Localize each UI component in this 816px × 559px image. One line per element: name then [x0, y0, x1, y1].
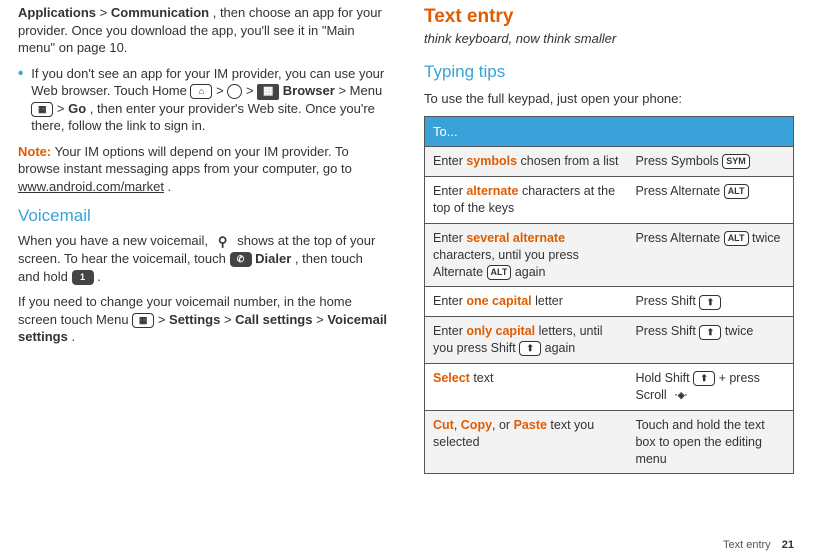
result-cell: Press Shift ⬆ twice: [627, 317, 793, 364]
label-settings: Settings: [169, 312, 220, 327]
dialer-app-icon: ✆: [230, 252, 252, 267]
action-cell: Enter symbols chosen from a list: [425, 147, 628, 177]
table-row: Enter alternate characters at the top of…: [425, 177, 794, 224]
bullet-dot-icon: •: [18, 65, 23, 135]
action-cell: Enter several alternate characters, unti…: [425, 223, 628, 287]
action-cell: Enter one capital letter: [425, 287, 628, 317]
footer-section: Text entry: [723, 539, 771, 551]
label-applications: Applications: [18, 5, 96, 20]
voicemail-heading: Voicemail: [18, 205, 388, 228]
android-market-link[interactable]: www.android.com/market: [18, 179, 164, 194]
note-paragraph: Note: Your IM options will depend on you…: [18, 143, 388, 196]
page-footer: Text entry 21: [723, 538, 794, 553]
table-row: Enter only capital letters, until you pr…: [425, 317, 794, 364]
typing-tips-heading: Typing tips: [424, 61, 794, 84]
result-cell: Touch and hold the text box to open the …: [627, 410, 793, 474]
result-cell: Press Symbols SYM: [627, 147, 793, 177]
table-row: Enter one capital letterPress Shift ⬆: [425, 287, 794, 317]
note-label: Note:: [18, 144, 51, 159]
browser-app-icon: ▦: [257, 84, 279, 100]
table-row: Enter several alternate characters, unti…: [425, 223, 794, 287]
tagline: think keyboard, now think smaller: [424, 30, 794, 48]
typing-tips-table: To... Enter symbols chosen from a listPr…: [424, 116, 794, 475]
menu-icon: ▦: [31, 102, 53, 117]
table-row: Cut, Copy, or Paste text you selectedTou…: [425, 410, 794, 474]
voicemail-p1: When you have a new voicemail, ⚲ shows a…: [18, 232, 388, 285]
voicemail-p2: If you need to change your voicemail num…: [18, 293, 388, 346]
label-communication: Communication: [111, 5, 209, 20]
left-column: Applications > Communication , then choo…: [18, 4, 388, 530]
table-header-to: To...: [425, 116, 794, 147]
action-cell: Cut, Copy, or Paste text you selected: [425, 410, 628, 474]
label-browser: Browser: [283, 83, 335, 98]
result-cell: Press Alternate ALT: [627, 177, 793, 224]
label-dialer: Dialer: [255, 251, 291, 266]
bullet-browser: • If you don't see an app for your IM pr…: [18, 65, 388, 135]
fragment-apps-comm: Applications > Communication , then choo…: [18, 4, 388, 57]
label-call-settings: Call settings: [235, 312, 312, 327]
footer-page-number: 21: [782, 539, 794, 551]
result-cell: Press Shift ⬆: [627, 287, 793, 317]
action-cell: Enter only capital letters, until you pr…: [425, 317, 628, 364]
typing-tips-intro: To use the full keypad, just open your p…: [424, 90, 794, 108]
action-cell: Enter alternate characters at the top of…: [425, 177, 628, 224]
menu-icon: ▦: [132, 313, 154, 328]
label-go: Go: [68, 101, 86, 116]
table-row: Select textHold Shift ⬆ + press Scroll ·…: [425, 364, 794, 411]
action-cell: Select text: [425, 364, 628, 411]
result-cell: Hold Shift ⬆ + press Scroll ·◈·: [627, 364, 793, 411]
text-entry-heading: Text entry: [424, 4, 794, 30]
result-cell: Press Alternate ALT twice: [627, 223, 793, 287]
table-row: Enter symbols chosen from a listPress Sy…: [425, 147, 794, 177]
right-column: Text entry think keyboard, now think sma…: [424, 4, 794, 530]
key-1-icon: 1: [72, 270, 94, 285]
home-icon: ⌂: [190, 84, 212, 99]
voicemail-icon: ⚲: [212, 234, 234, 249]
circle-icon: [227, 84, 242, 99]
